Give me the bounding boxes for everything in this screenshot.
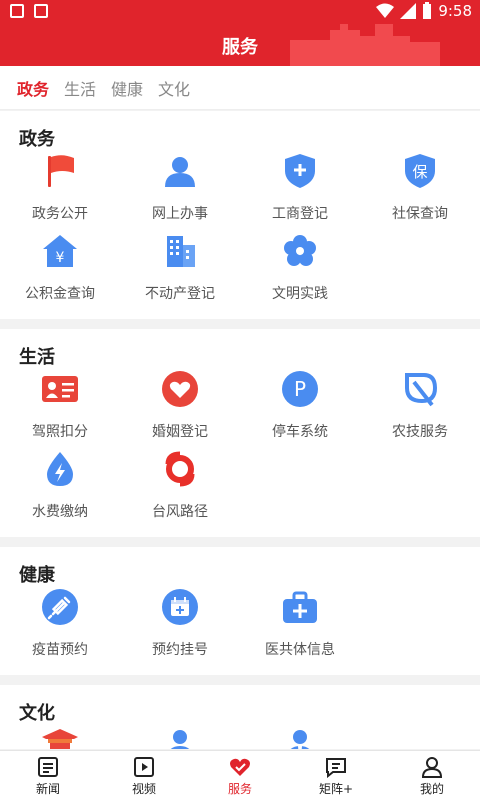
news-icon <box>38 757 58 777</box>
tab-gov[interactable]: 政务 <box>17 76 49 100</box>
page-title: 服务 <box>222 37 258 58</box>
service-typhoon-path[interactable]: 台风路径 <box>120 451 240 531</box>
service-gov-open[interactable]: 政务公开 <box>0 153 120 233</box>
profile-icon <box>421 757 443 778</box>
service-housing-fund[interactable]: ¥ 公积金查询 <box>0 233 120 313</box>
svg-text:P: P <box>294 377 306 401</box>
medical-kit-icon <box>283 591 317 623</box>
house-yen-icon: ¥ <box>43 235 77 267</box>
flag-icon <box>48 155 74 187</box>
chat-icon <box>326 758 346 778</box>
service-culture-1[interactable] <box>0 727 120 749</box>
video-icon <box>134 757 154 777</box>
parking-icon: P <box>282 371 318 407</box>
signal-icon <box>400 3 417 19</box>
service-list[interactable]: 政务 政务公开 网上办事 工商登记 保 社保查询 ¥ 公积金查询 不动产登记 文… <box>0 111 480 749</box>
section-title: 文化 <box>19 703 55 724</box>
section-title: 生活 <box>19 347 55 368</box>
service-marriage-registration[interactable]: 婚姻登记 <box>120 371 240 451</box>
service-vaccine-appointment[interactable]: 疫苗预约 <box>0 589 120 669</box>
id-card-icon <box>42 376 78 402</box>
svg-text:保: 保 <box>412 163 427 181</box>
image-notification-icon <box>10 4 24 18</box>
section-life: 生活 驾照扣分 婚姻登记 P 停车系统 农技服务 水费缴纳 台风路径 <box>0 329 480 537</box>
service-water-bill[interactable]: 水费缴纳 <box>0 451 120 531</box>
service-heart-icon <box>230 758 250 776</box>
shield-plus-icon <box>285 154 315 188</box>
nav-news[interactable]: 新闻 <box>0 751 96 800</box>
heart-icon <box>162 371 198 407</box>
service-social-security[interactable]: 保 社保查询 <box>360 153 480 233</box>
shield-bao-icon: 保 <box>405 154 435 188</box>
person-icon <box>170 730 190 749</box>
service-parking[interactable]: P 停车系统 <box>240 371 360 451</box>
tab-culture[interactable]: 文化 <box>158 76 190 100</box>
nav-matrix[interactable]: 矩阵+ <box>288 751 384 800</box>
service-agri-tech[interactable]: 农技服务 <box>360 371 480 451</box>
battery-icon <box>423 2 432 19</box>
tab-health[interactable]: 健康 <box>111 76 143 100</box>
calendar-plus-icon <box>162 589 198 625</box>
section-culture: 文化 <box>0 685 480 749</box>
tab-life[interactable]: 生活 <box>64 76 96 100</box>
typhoon-icon <box>165 451 195 487</box>
service-civilization-practice[interactable]: 文明实践 <box>240 233 360 313</box>
service-license-points[interactable]: 驾照扣分 <box>0 371 120 451</box>
nav-video[interactable]: 视频 <box>96 751 192 800</box>
user-icon <box>165 157 195 187</box>
app-notification-icon <box>34 4 48 18</box>
leaf-icon <box>405 373 438 407</box>
service-culture-2[interactable] <box>120 727 240 749</box>
building-icon <box>167 236 195 267</box>
section-gov: 政务 政务公开 网上办事 工商登记 保 社保查询 ¥ 公积金查询 不动产登记 文… <box>0 111 480 319</box>
section-title: 政务 <box>19 129 55 150</box>
service-business-registration[interactable]: 工商登记 <box>240 153 360 233</box>
service-culture-3[interactable] <box>240 727 360 749</box>
service-online-affairs[interactable]: 网上办事 <box>120 153 240 233</box>
service-medical-community[interactable]: 医共体信息 <box>240 589 360 669</box>
category-tabs: 政务 生活 健康 文化 <box>0 66 480 110</box>
service-hospital-appointment[interactable]: 预约挂号 <box>120 589 240 669</box>
syringe-icon <box>42 589 78 625</box>
section-health: 健康 疫苗预约 预约挂号 医共体信息 <box>0 547 480 675</box>
svg-text:¥: ¥ <box>56 250 65 266</box>
status-bar: 9:58 <box>0 0 480 24</box>
wifi-icon <box>376 3 395 18</box>
header-bar: 服务 <box>0 24 480 66</box>
nav-mine[interactable]: 我的 <box>384 751 480 800</box>
bottom-navigation: 新闻 视频 服务 矩阵+ 我的 <box>0 750 480 800</box>
nav-service[interactable]: 服务 <box>192 751 288 800</box>
service-real-estate[interactable]: 不动产登记 <box>120 233 240 313</box>
pavilion-icon <box>42 729 78 749</box>
section-title: 健康 <box>19 565 55 586</box>
flower-icon <box>284 235 316 266</box>
water-drop-icon <box>47 452 73 486</box>
clock: 9:58 <box>438 2 472 20</box>
official-icon <box>290 730 310 749</box>
